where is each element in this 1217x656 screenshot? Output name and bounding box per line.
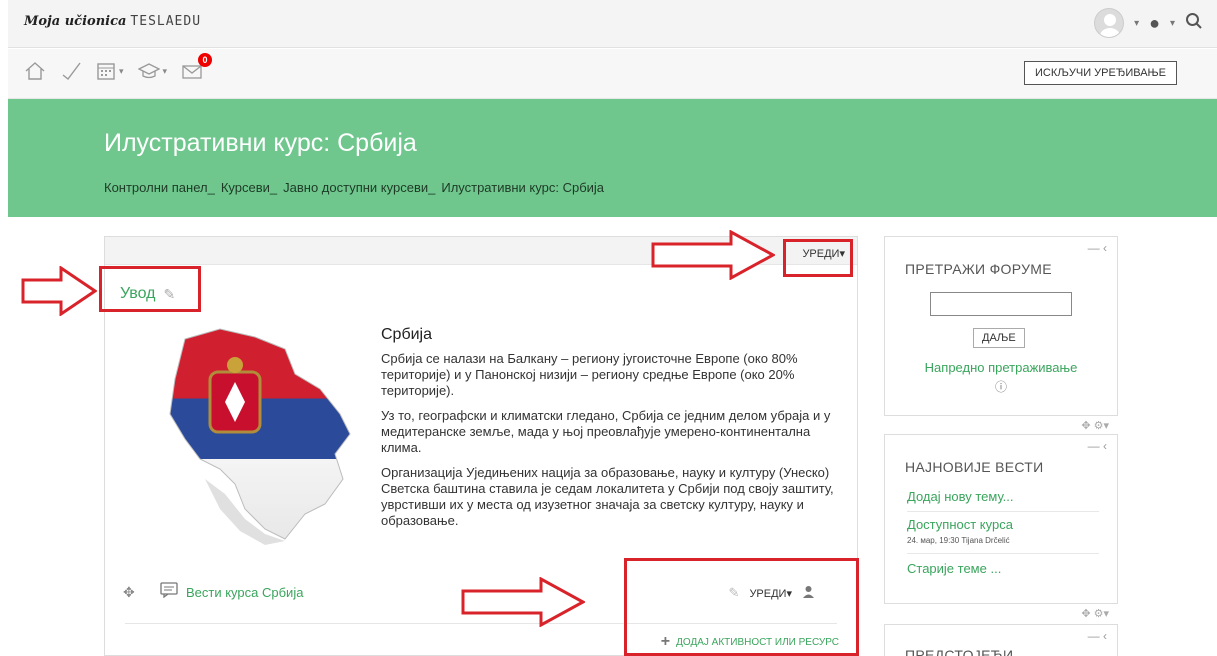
go-button[interactable]: ДАЉЕ (973, 328, 1025, 348)
mail-icon[interactable]: 0 (181, 53, 213, 81)
serbia-map-image (169, 328, 351, 545)
news-item-title[interactable]: Доступност курса (907, 517, 1013, 532)
top-navbar: Moja učionica TESLAEDU ▾ ● ▾ (8, 0, 1217, 48)
summary-paragraph-1: Србија се налази на Балкану – региону ју… (381, 351, 798, 398)
search-forums-block: — ‹ ПРЕТРАЖИ ФОРУМЕ ДАЉЕ Напредно претра… (884, 236, 1118, 432)
latest-news-block: — ‹ НАЈНОВИЈЕ ВЕСТИ Додај нову тему... Д… (884, 434, 1118, 620)
secondary-toolbar: ▾ ▾ 0 ИСКЉУЧИ УРЕЂИВАЊЕ (8, 49, 1217, 99)
summary-paragraph-2: Уз то, географски и климатски гледано, С… (381, 408, 831, 455)
block-collapse-icon[interactable]: — ‹ (1088, 629, 1107, 643)
course-header: Илустративни курс: Србија Контролни пане… (8, 99, 1217, 217)
courses-caret-icon[interactable]: ▾ (163, 66, 168, 77)
forum-activity-link[interactable]: Вести курса Србија (160, 582, 303, 603)
forum-icon (160, 582, 178, 603)
breadcrumb-item-public-courses[interactable]: Јавно доступни курсеви_ (283, 180, 435, 195)
divider (907, 511, 1099, 512)
news-item-meta: 24. мар, 19:30 Tijana Drčelić (907, 536, 1010, 545)
brand-name: Moja učionica (24, 14, 127, 29)
search-icon[interactable] (1185, 12, 1203, 35)
calendar-icon[interactable]: ▾ (96, 61, 124, 81)
site-logo[interactable]: Moja učionica TESLAEDU (24, 14, 201, 29)
home-icon[interactable] (24, 61, 46, 81)
right-sidebar: — ‹ ПРЕТРАЖИ ФОРУМЕ ДАЉЕ Напредно претра… (884, 236, 1118, 656)
annotation-box-section-title (99, 266, 201, 312)
forum-activity-name: Вести курса Србија (186, 585, 304, 600)
turn-editing-off-button[interactable]: ИСКЉУЧИ УРЕЂИВАЊЕ (1023, 61, 1177, 85)
breadcrumb-item-courses[interactable]: Курсеви_ (221, 180, 277, 195)
breadcrumb-item-dashboard[interactable]: Контролни панел_ (104, 180, 215, 195)
advanced-search-link[interactable]: Напредно претраживање (885, 360, 1117, 375)
graduation-cap-icon[interactable]: ▾ (137, 61, 168, 81)
forum-search-input[interactable] (930, 292, 1072, 316)
help-icon[interactable]: ⓘ (885, 378, 1117, 395)
toolbar-icons: ▾ ▾ 0 (24, 53, 213, 81)
block-collapse-icon[interactable]: — ‹ (1088, 241, 1107, 255)
block-move-icon[interactable]: ✥ ⚙▾ (1081, 419, 1109, 432)
breadcrumb: Контролни панел_ Курсеви_ Јавно доступни… (104, 180, 604, 195)
globe-icon[interactable]: ● (1149, 13, 1160, 34)
brand-logo-text: TESLAEDU (130, 14, 202, 29)
older-topics-link[interactable]: Старије теме ... (907, 561, 1001, 576)
annotation-arrow-icon (21, 266, 97, 316)
block-title: ПРЕТРАЖИ ФОРУМЕ (905, 261, 1052, 277)
move-icon[interactable]: ✥ (123, 584, 135, 601)
annotation-box-edit-menu (783, 239, 853, 277)
language-caret-icon[interactable]: ▾ (1170, 18, 1175, 29)
user-controls: ▾ ● ▾ (1094, 8, 1203, 38)
add-topic-link[interactable]: Додај нову тему... (907, 489, 1014, 504)
annotation-arrow-icon (461, 577, 585, 627)
user-menu-caret-icon[interactable]: ▾ (1134, 18, 1139, 29)
block-move-icon[interactable]: ✥ ⚙▾ (1081, 607, 1109, 620)
block-title: НАЈНОВИЈЕ ВЕСТИ (905, 459, 1044, 475)
avatar[interactable] (1094, 8, 1125, 38)
summary-paragraph-3: Организација Уједињених нација за образо… (381, 465, 834, 528)
annotation-box-activity-actions (624, 558, 859, 656)
breadcrumb-item-current-course[interactable]: Илустративни курс: Србија (441, 180, 604, 195)
section-summary: Србија Србија се налази на Балкану – рег… (381, 327, 841, 538)
mail-badge: 0 (198, 53, 213, 67)
page-title: Илустративни курс: Србија (104, 129, 417, 157)
upcoming-events-block: — ‹ ПРЕДСТОЈЕЋИ (884, 624, 1118, 656)
block-collapse-icon[interactable]: — ‹ (1088, 439, 1107, 453)
summary-heading: Србија (381, 326, 433, 343)
divider (907, 553, 1099, 554)
block-title: ПРЕДСТОЈЕЋИ (905, 647, 1014, 656)
calendar-caret-icon[interactable]: ▾ (119, 66, 124, 77)
annotation-arrow-icon (651, 230, 775, 280)
check-icon[interactable] (60, 61, 82, 81)
